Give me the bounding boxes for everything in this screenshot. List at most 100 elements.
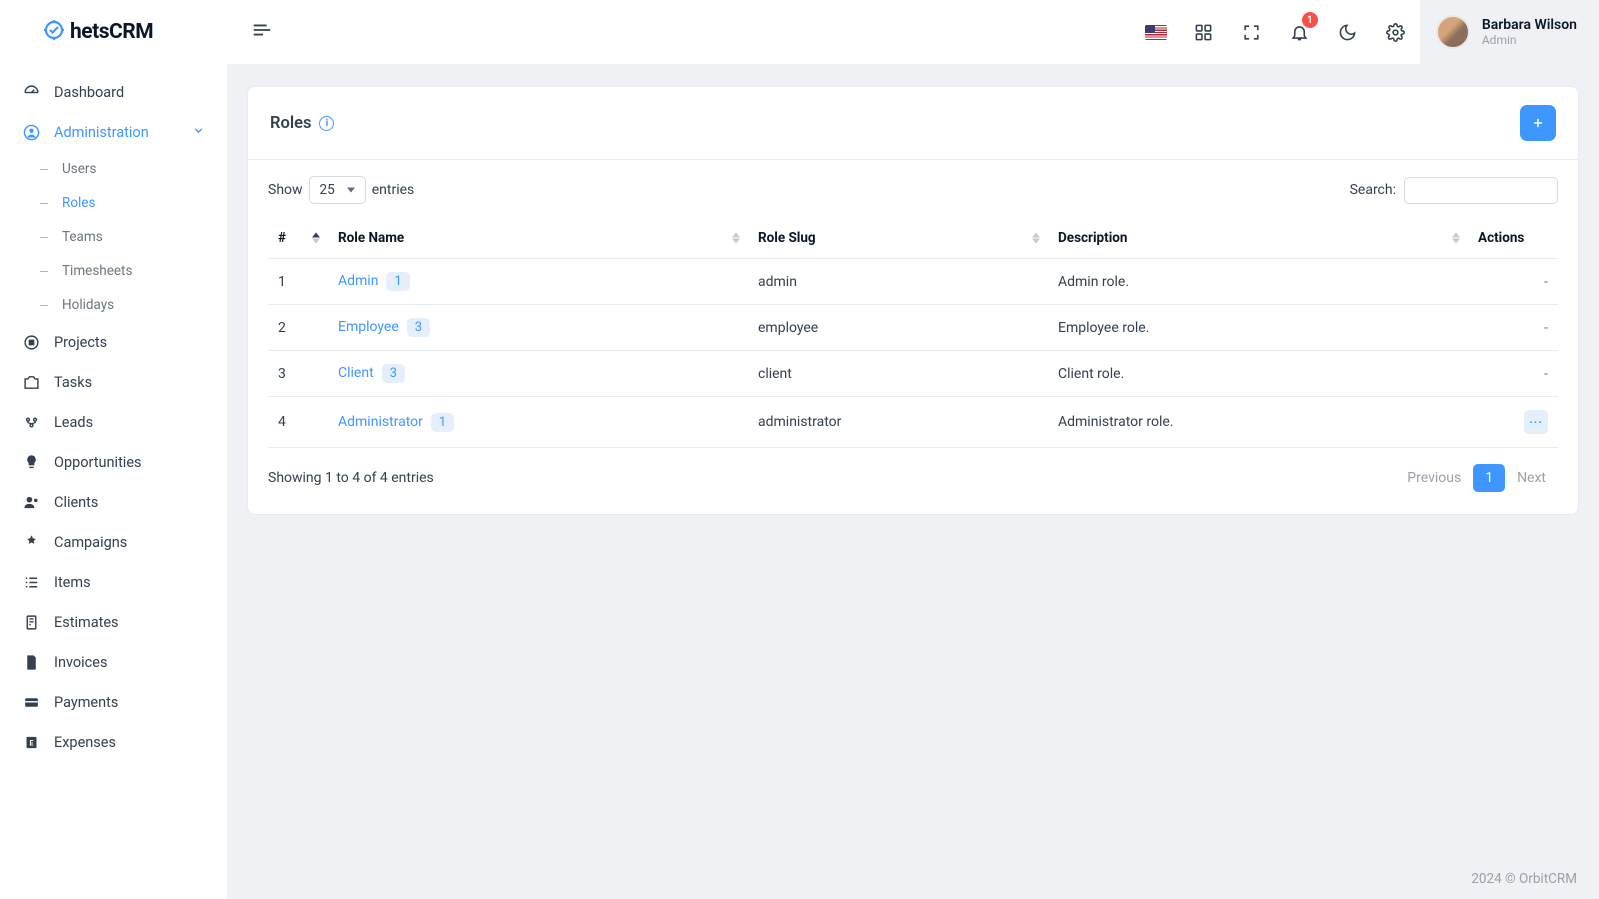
sidebar-item-clients[interactable]: Clients <box>10 482 217 522</box>
cell-number: 3 <box>268 351 328 397</box>
sidebar-item-projects[interactable]: Projects <box>10 322 217 362</box>
svg-text:E: E <box>29 738 33 747</box>
sidebar-item-estimates[interactable]: Estimates <box>10 602 217 642</box>
table-row: 2Employee3employeeEmployee role.- <box>268 305 1558 351</box>
fullscreen-button[interactable] <box>1228 0 1276 64</box>
role-link[interactable]: Admin <box>338 273 378 289</box>
sidebar-item-label: Expenses <box>54 734 116 751</box>
search-label: Search: <box>1350 182 1396 198</box>
tasks-icon <box>22 373 40 391</box>
entries-label: entries <box>372 182 415 198</box>
footer-copyright: 2024 © OrbitCRM <box>1471 871 1577 887</box>
sidebar-item-opportunities[interactable]: Opportunities <box>10 442 217 482</box>
length-select[interactable]: 25 <box>309 176 366 204</box>
sidebar-item-tasks[interactable]: Tasks <box>10 362 217 402</box>
table-row: 3Client3clientClient role.- <box>268 351 1558 397</box>
sidebar-item-payments[interactable]: Payments <box>10 682 217 722</box>
sidebar-subitem-label: Timesheets <box>62 263 132 279</box>
cell-actions: - <box>1468 305 1558 351</box>
row-actions-none: - <box>1544 274 1548 290</box>
cell-actions: - <box>1468 351 1558 397</box>
sidebar-subitem-timesheets[interactable]: Timesheets <box>22 254 217 288</box>
sidebar-item-campaigns[interactable]: Campaigns <box>10 522 217 562</box>
dash-icon <box>40 271 48 272</box>
sidebar: hetsCRM Dashboard Administration Users R… <box>0 0 227 899</box>
roles-card: Roles i Show 25 entries <box>247 86 1579 515</box>
dashboard-icon <box>22 83 40 101</box>
row-actions-menu[interactable]: ··· <box>1524 410 1548 434</box>
language-flag-button[interactable] <box>1132 0 1180 64</box>
cell-role-slug: administrator <box>748 397 1048 448</box>
projects-icon <box>22 333 40 351</box>
sidebar-item-administration[interactable]: Administration <box>10 112 217 152</box>
sidebar-subitem-teams[interactable]: Teams <box>22 220 217 254</box>
table-row: 4Administrator1administratorAdministrato… <box>268 397 1558 448</box>
role-link[interactable]: Administrator <box>338 414 423 430</box>
user-menu[interactable]: Barbara Wilson Admin <box>1420 0 1599 64</box>
sidebar-item-items[interactable]: Items <box>10 562 217 602</box>
cell-role-slug: client <box>748 351 1048 397</box>
sidebar-item-label: Invoices <box>54 654 107 671</box>
dash-icon <box>40 203 48 204</box>
sidebar-item-invoices[interactable]: Invoices <box>10 642 217 682</box>
opportunities-icon <box>22 453 40 471</box>
col-description[interactable]: Description <box>1048 218 1468 259</box>
cell-actions: - <box>1468 259 1558 305</box>
avatar <box>1436 15 1470 49</box>
col-number[interactable]: # <box>268 218 328 259</box>
cell-role-slug: employee <box>748 305 1048 351</box>
sidebar-item-leads[interactable]: Leads <box>10 402 217 442</box>
col-role-name[interactable]: Role Name <box>328 218 748 259</box>
sidebar-subitem-label: Users <box>62 161 96 177</box>
add-role-button[interactable] <box>1520 105 1556 141</box>
user-name: Barbara Wilson <box>1482 17 1577 33</box>
page-title: Roles <box>270 114 311 133</box>
cell-role-name: Client 3 <box>328 351 748 397</box>
notifications-button[interactable]: 1 <box>1276 0 1324 64</box>
chevron-down-icon <box>192 124 205 141</box>
sidebar-subitem-users[interactable]: Users <box>22 152 217 186</box>
search-input[interactable] <box>1404 177 1558 204</box>
brand-text: hetsCRM <box>70 20 153 44</box>
cell-role-name: Employee 3 <box>328 305 748 351</box>
sidebar-item-label: Estimates <box>54 614 119 631</box>
payments-icon <box>22 693 40 711</box>
pager-prev[interactable]: Previous <box>1395 464 1473 492</box>
pager-next[interactable]: Next <box>1505 464 1558 492</box>
col-actions: Actions <box>1468 218 1558 259</box>
role-link[interactable]: Employee <box>338 319 399 335</box>
expenses-icon: E <box>22 733 40 751</box>
sidebar-item-label: Leads <box>54 414 93 431</box>
sidebar-item-dashboard[interactable]: Dashboard <box>10 72 217 112</box>
count-badge: 3 <box>382 364 405 383</box>
plus-icon <box>1531 116 1545 130</box>
dark-mode-button[interactable] <box>1324 0 1372 64</box>
cell-number: 2 <box>268 305 328 351</box>
col-role-slug[interactable]: Role Slug <box>748 218 1048 259</box>
cell-number: 1 <box>268 259 328 305</box>
dash-icon <box>40 169 48 170</box>
pager-current[interactable]: 1 <box>1473 464 1505 492</box>
info-icon[interactable]: i <box>319 116 334 131</box>
row-actions-none: - <box>1544 320 1548 336</box>
cell-role-name: Administrator1 <box>328 397 748 448</box>
settings-button[interactable] <box>1372 0 1420 64</box>
count-badge: 3 <box>407 318 430 337</box>
cell-description: Administrator role. <box>1048 397 1468 448</box>
sidebar-item-label: Administration <box>54 124 149 141</box>
sidebar-subitem-holidays[interactable]: Holidays <box>22 288 217 322</box>
table-row: 1Admin1adminAdmin role.- <box>268 259 1558 305</box>
user-role: Admin <box>1482 33 1577 47</box>
sidebar-item-expenses[interactable]: E Expenses <box>10 722 217 762</box>
apps-grid-button[interactable] <box>1180 0 1228 64</box>
sidebar-subitem-label: Teams <box>62 229 103 245</box>
sidebar-subitem-label: Holidays <box>62 297 114 313</box>
menu-toggle-icon[interactable] <box>251 19 273 45</box>
brand-logo[interactable]: hetsCRM <box>0 0 227 64</box>
gear-icon <box>1386 23 1405 42</box>
items-icon <box>22 573 40 591</box>
sidebar-subitem-roles[interactable]: Roles <box>22 186 217 220</box>
role-link[interactable]: Client <box>338 365 374 381</box>
sidebar-item-label: Tasks <box>54 374 92 391</box>
cell-number: 4 <box>268 397 328 448</box>
